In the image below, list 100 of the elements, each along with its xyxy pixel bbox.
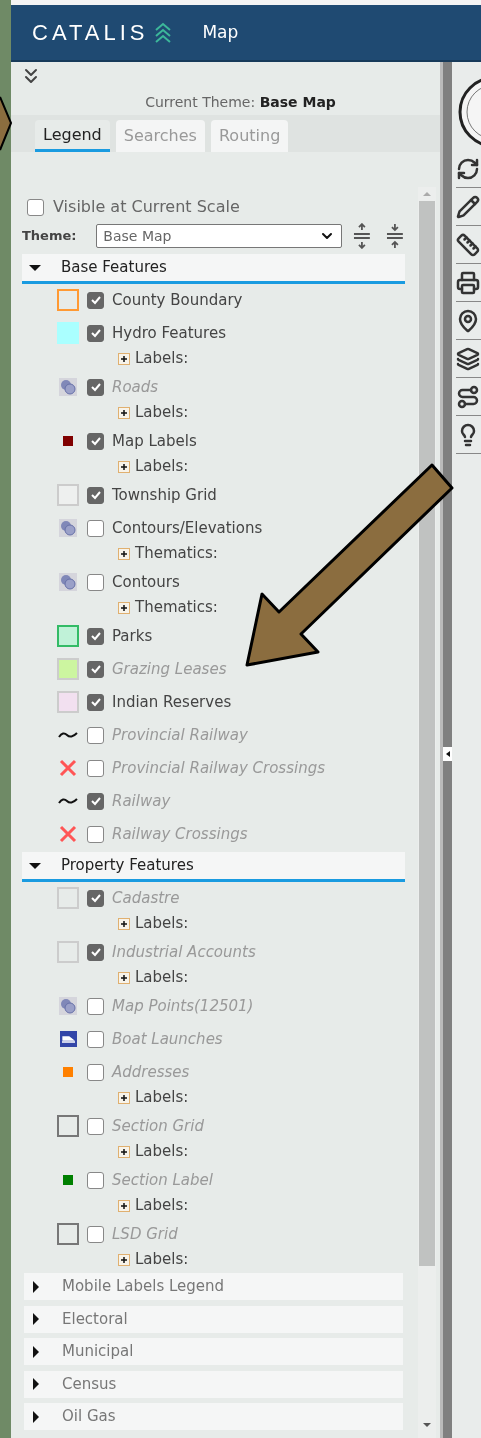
checkbox[interactable] [87,1063,104,1081]
pencil-icon[interactable] [456,194,480,219]
checkbox[interactable] [87,825,104,843]
group-header[interactable]: Municipal [24,1338,403,1365]
layer-label: Cadastre [112,887,180,909]
scrollbar-thumb[interactable] [419,201,435,1266]
layer-label: Map Labels [112,430,197,452]
layer-label: Township Grid [112,484,217,506]
checkbox[interactable] [87,997,104,1015]
group-header[interactable]: Mobile Labels Legend [24,1273,403,1300]
sublayer-label: Labels: [135,967,189,989]
sublayer-label: Labels: [135,348,189,370]
caret-icon[interactable] [30,1280,42,1293]
layer-label: Provincial Railway [112,724,248,746]
sublayer-label: Thematics: [135,597,218,619]
group-header[interactable]: Census [24,1370,403,1398]
checkbox[interactable] [87,324,104,342]
layer-label: Industrial Accounts [112,941,256,963]
sublayer-label: Labels: [135,1249,189,1271]
caret-icon[interactable] [30,1345,42,1358]
sublayer-label: Labels: [135,1195,189,1217]
sublayer-label: Labels: [135,913,189,935]
checkbox[interactable] [87,943,104,961]
layer-label: Section Label [112,1169,213,1191]
route-icon[interactable] [456,384,480,409]
layer-label: Parks [112,625,153,647]
refresh-icon[interactable] [456,156,480,181]
image-icon [59,997,77,1015]
layer-label: Contours/Elevations [112,517,263,539]
layer-label: Railway Crossings [112,823,248,845]
checkbox[interactable] [87,792,104,810]
checkbox[interactable] [87,1117,104,1135]
checkmark-icon [89,795,102,807]
image-icon [59,519,77,537]
checkbox[interactable] [87,889,104,907]
checkbox[interactable] [87,759,104,777]
layer-label: Section Grid [112,1115,204,1137]
expand-plus-icon[interactable] [118,601,130,614]
layer-label: Addresses [112,1061,190,1083]
sublayer-label: Labels: [135,1087,189,1109]
checkbox[interactable] [87,432,104,450]
checkmark-icon [89,435,102,447]
checkmark-icon [89,892,102,904]
wavy-line-icon [58,796,78,806]
expand-all-icon[interactable] [352,223,373,249]
expand-plus-icon[interactable] [118,406,130,419]
checkbox[interactable] [87,1225,104,1243]
checkbox[interactable] [87,486,104,504]
expand-plus-icon[interactable] [118,547,130,560]
layer-label: LSD Grid [112,1223,178,1245]
map-pin-icon[interactable] [456,308,480,333]
boat-icon [59,1031,77,1047]
expand-plus-icon[interactable] [118,460,130,473]
ruler-icon[interactable] [456,232,480,257]
layer-label: Hydro Features [112,322,226,344]
checkbox[interactable] [87,573,104,591]
chevrons-up-icon [154,20,173,45]
checkbox[interactable] [87,1171,104,1189]
checkbox[interactable] [87,291,104,309]
expand-plus-icon[interactable] [118,1253,130,1266]
tab[interactable]: Routing [210,120,289,152]
current-theme-text: Current Theme: Base Map [144,93,337,112]
tab[interactable]: Legend [35,120,110,152]
expand-plus-icon[interactable] [118,1091,130,1104]
expand-plus-icon[interactable] [118,352,130,365]
checkbox[interactable] [87,378,104,396]
sublayer-label: Labels: [135,456,189,478]
caret-icon[interactable] [30,1378,42,1390]
group-header[interactable]: Oil Gas [24,1403,403,1430]
image-icon [59,573,77,591]
expand-plus-icon[interactable] [118,971,130,984]
expand-plus-icon[interactable] [118,1145,130,1158]
group-header[interactable]: Electoral [24,1305,403,1333]
section-header[interactable]: Property Features [22,852,405,882]
expand-plus-icon[interactable] [118,917,130,930]
layer-label: Roads [112,376,159,398]
theme-select[interactable]: Base Map [96,224,343,248]
checkbox[interactable] [87,726,104,744]
checkmark-icon [89,327,102,339]
checkbox[interactable] [27,198,44,216]
checkbox[interactable] [87,693,104,711]
checkbox[interactable] [87,660,104,678]
layer-label: Boat Launches [112,1028,223,1050]
layer-label: Map Points(12501) [112,995,254,1017]
annotation-arrow [0,95,12,153]
section-header[interactable]: Base Features [22,254,405,284]
layers-icon[interactable] [456,346,480,371]
caret-icon[interactable] [30,1410,42,1423]
layer-label: Railway [112,790,171,812]
expand-plus-icon[interactable] [118,1199,130,1212]
tab[interactable]: Searches [115,120,205,152]
checkbox[interactable] [87,627,104,645]
checkbox[interactable] [87,1030,104,1048]
printer-icon[interactable] [456,270,480,295]
collapse-all-icon[interactable] [385,223,405,249]
collapse-arrow-icon[interactable] [444,751,451,757]
caret-icon[interactable] [30,1313,42,1325]
checkbox[interactable] [87,519,104,537]
logo-text: CATALIS [32,19,149,47]
scrollbar-track[interactable] [418,187,436,1438]
